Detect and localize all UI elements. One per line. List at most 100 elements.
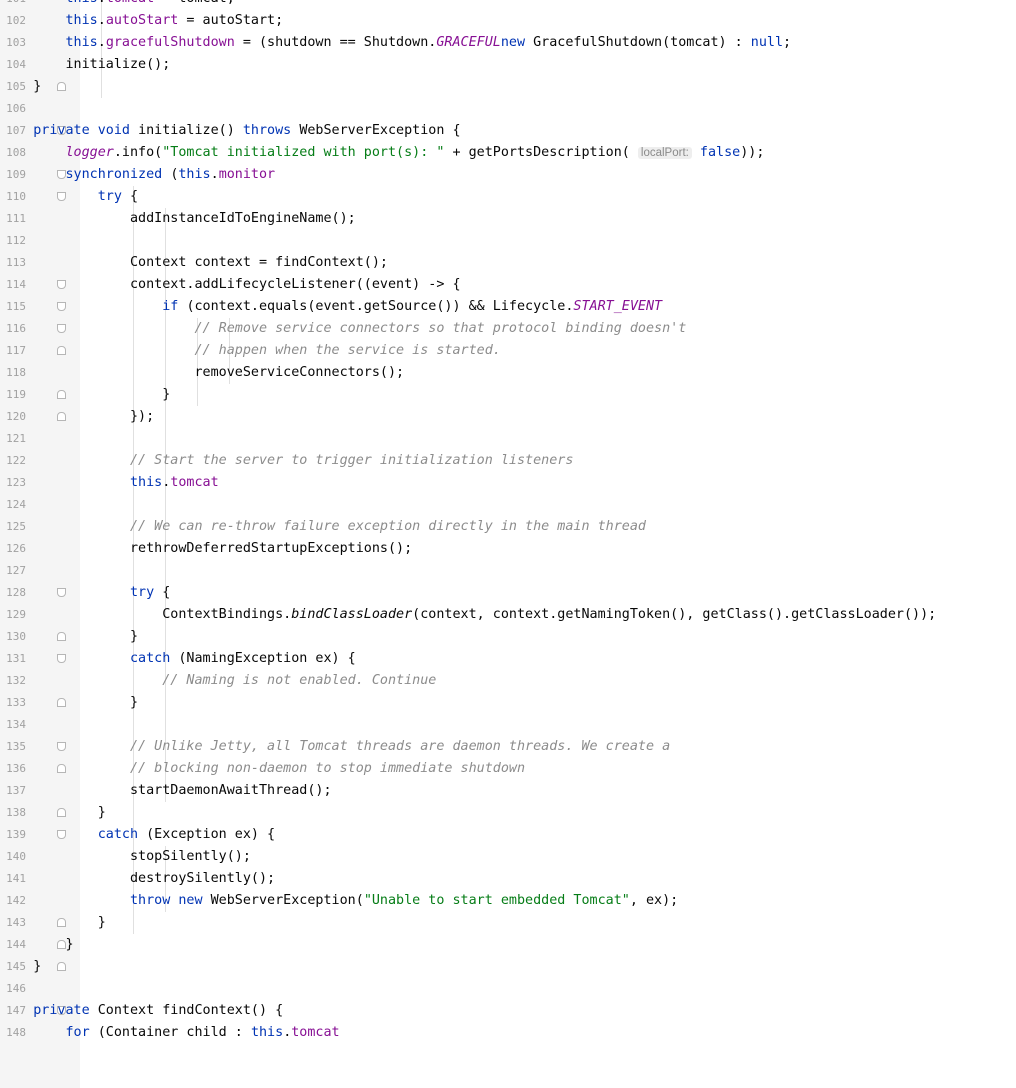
code-token: = tomcat; bbox=[154, 0, 235, 6]
code-text: addInstanceIdToEngineName(); bbox=[1, 208, 356, 230]
code-line[interactable]: 109 synchronized (this.monitor bbox=[0, 164, 1016, 186]
code-token: // Remove service connectors so that pro… bbox=[194, 321, 687, 336]
code-line[interactable]: 126 rethrowDeferredStartupExceptions(); bbox=[0, 538, 1016, 560]
code-line[interactable]: 119 } bbox=[0, 384, 1016, 406]
code-line[interactable]: 146 bbox=[0, 978, 1016, 1000]
code-text: // Naming is not enabled. Continue bbox=[1, 670, 436, 692]
code-line[interactable]: 142 throw new WebServerException("Unable… bbox=[0, 890, 1016, 912]
code-line[interactable]: 123 this.tomcat bbox=[0, 472, 1016, 494]
code-line[interactable]: 103 this.gracefulShutdown = (shutdown ==… bbox=[0, 32, 1016, 54]
code-line[interactable]: 132 // Naming is not enabled. Continue bbox=[0, 670, 1016, 692]
code-line[interactable]: 112 bbox=[0, 230, 1016, 252]
code-token: initialize(); bbox=[1, 57, 171, 72]
code-line[interactable]: 133 } bbox=[0, 692, 1016, 714]
code-text: throw new WebServerException("Unable to … bbox=[1, 890, 678, 912]
line-number: 127 bbox=[6, 564, 26, 577]
code-line[interactable]: 134 bbox=[0, 714, 1016, 736]
code-line[interactable]: 117 // happen when the service is starte… bbox=[0, 340, 1016, 362]
code-line[interactable]: 104 initialize(); bbox=[0, 54, 1016, 76]
code-token: autoStart bbox=[105, 13, 179, 28]
code-line[interactable]: 118 removeServiceConnectors(); bbox=[0, 362, 1016, 384]
code-token: stopSilently(); bbox=[1, 849, 251, 864]
code-text: try { bbox=[1, 186, 138, 208]
parameter-hint: localPort: bbox=[637, 147, 692, 159]
code-token: monitor bbox=[218, 167, 276, 182]
code-line[interactable]: 139 catch (Exception ex) { bbox=[0, 824, 1016, 846]
code-text: } bbox=[1, 692, 138, 714]
code-line[interactable]: 113 Context context = findContext(); bbox=[0, 252, 1016, 274]
code-line[interactable]: 127 bbox=[0, 560, 1016, 582]
code-line[interactable]: 129 ContextBindings.bindClassLoader(cont… bbox=[0, 604, 1016, 626]
code-token: tomcat bbox=[291, 1025, 340, 1040]
code-text: for (Container child : this.tomcat bbox=[1, 1022, 340, 1044]
code-line[interactable]: 145 } bbox=[0, 956, 1016, 978]
code-token: + getPortsDescription( bbox=[444, 145, 638, 160]
code-line[interactable]: 106 bbox=[0, 98, 1016, 120]
code-line[interactable]: 131 catch (NamingException ex) { bbox=[0, 648, 1016, 670]
line-number: 146 bbox=[6, 982, 26, 995]
code-line[interactable]: 102 this.autoStart = autoStart; bbox=[0, 10, 1016, 32]
code-line[interactable]: 138 } bbox=[0, 802, 1016, 824]
code-line[interactable]: 147 private Context findContext() { bbox=[0, 1000, 1016, 1022]
code-token: this bbox=[66, 0, 98, 6]
code-text: this.gracefulShutdown = (shutdown == Shu… bbox=[1, 32, 792, 54]
code-line[interactable]: 121 bbox=[0, 428, 1016, 450]
code-token: for bbox=[65, 1025, 98, 1040]
code-text: this.tomcat = tomcat; bbox=[1, 0, 235, 10]
code-line[interactable]: 116 // Remove service connectors so that… bbox=[0, 318, 1016, 340]
code-line[interactable]: 107 private void initialize() throws Web… bbox=[0, 120, 1016, 142]
fold-end-icon[interactable] bbox=[57, 82, 66, 92]
code-token: "Tomcat initialized with port(s): " bbox=[162, 145, 445, 160]
code-text: synchronized (this.monitor bbox=[1, 164, 276, 186]
code-line[interactable]: 115 if (context.equals(event.getSource()… bbox=[0, 296, 1016, 318]
code-token: tomcat bbox=[106, 0, 154, 6]
code-token: bindClassLoader bbox=[291, 607, 413, 622]
code-line[interactable]: 120 }); bbox=[0, 406, 1016, 428]
code-line[interactable]: 128 try { bbox=[0, 582, 1016, 604]
code-line[interactable]: 137 startDaemonAwaitThread(); bbox=[0, 780, 1016, 802]
code-line[interactable]: 143 } bbox=[0, 912, 1016, 934]
code-token: START_EVENT bbox=[573, 299, 663, 314]
code-line[interactable]: 108 logger.info("Tomcat initialized with… bbox=[0, 142, 1016, 164]
code-line[interactable]: 110 try { bbox=[0, 186, 1016, 208]
code-text: rethrowDeferredStartupExceptions(); bbox=[1, 538, 412, 560]
code-line[interactable]: 141 destroySilently(); bbox=[0, 868, 1016, 890]
code-token: // Naming is not enabled. Continue bbox=[162, 673, 437, 688]
code-token: throw new bbox=[130, 893, 211, 908]
code-line[interactable]: 148 for (Container child : this.tomcat bbox=[0, 1022, 1016, 1044]
code-line[interactable]: 111 addInstanceIdToEngineName(); bbox=[0, 208, 1016, 230]
code-text: startDaemonAwaitThread(); bbox=[1, 780, 332, 802]
code-line[interactable]: 122 // Start the server to trigger initi… bbox=[0, 450, 1016, 472]
code-line[interactable]: 135 // Unlike Jetty, all Tomcat threads … bbox=[0, 736, 1016, 758]
code-token: (Container child : bbox=[97, 1025, 251, 1040]
code-token: removeServiceConnectors(); bbox=[1, 365, 405, 380]
code-text: logger.info("Tomcat initialized with por… bbox=[1, 142, 765, 164]
code-line[interactable]: 140 stopSilently(); bbox=[0, 846, 1016, 868]
code-line[interactable]: 125 // We can re-throw failure exception… bbox=[0, 516, 1016, 538]
code-token: GRACEFUL bbox=[436, 35, 501, 50]
code-line[interactable]: 144 } bbox=[0, 934, 1016, 956]
code-line[interactable]: 105 } bbox=[0, 76, 1016, 98]
code-line[interactable]: 114 context.addLifecycleListener((event)… bbox=[0, 274, 1016, 296]
code-text: }); bbox=[1, 406, 154, 428]
code-line[interactable]: 124 bbox=[0, 494, 1016, 516]
code-token: } bbox=[1, 915, 106, 930]
code-text: // Remove service connectors so that pro… bbox=[1, 318, 686, 340]
code-line[interactable]: 136 // blocking non-daemon to stop immed… bbox=[0, 758, 1016, 780]
code-token: (Exception ex) { bbox=[146, 827, 276, 842]
code-token: = (shutdown == Shutdown. bbox=[234, 35, 437, 50]
code-line[interactable]: 130 } bbox=[0, 626, 1016, 648]
code-line[interactable]: 101 this.tomcat = tomcat; bbox=[0, 0, 1016, 10]
fold-end-icon[interactable] bbox=[57, 962, 66, 972]
